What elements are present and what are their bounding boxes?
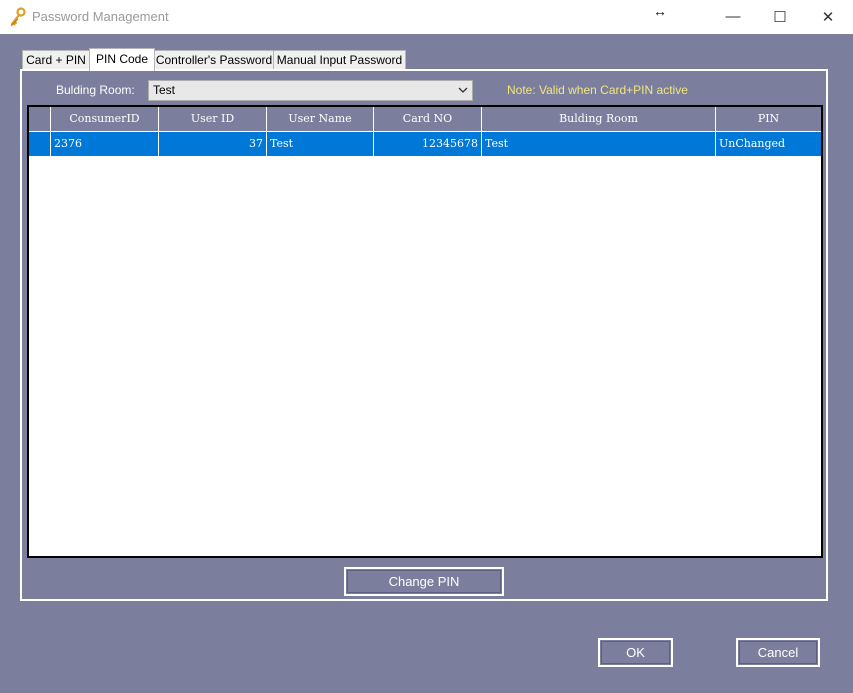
window-title: Password Management [32, 9, 169, 24]
button-bevel [601, 641, 670, 664]
column-header[interactable]: ConsumerID [51, 107, 159, 131]
tab-controllers-password[interactable]: Controller's Password [154, 50, 274, 70]
key-app-icon [9, 7, 27, 27]
change-pin-button[interactable]: Change PIN [344, 567, 504, 596]
table-row[interactable]: 2376 37 Test 12345678 Test UnChanged [29, 132, 821, 156]
building-room-select[interactable]: Test [148, 80, 473, 101]
cell-user-name[interactable]: Test [267, 132, 374, 156]
button-bevel [739, 641, 817, 664]
minimize-icon: — [725, 8, 741, 25]
tab-pin-code[interactable]: PIN Code [89, 48, 155, 71]
cell-user-id[interactable]: 37 [159, 132, 267, 156]
ok-button[interactable]: OK [598, 638, 673, 667]
cell-consumer-id[interactable]: 2376 [51, 132, 159, 156]
maximize-button[interactable]: ☐ [757, 0, 803, 33]
building-room-label: Bulding Room: [56, 83, 135, 97]
cell-pin[interactable]: UnChanged [716, 132, 821, 156]
note-text: Note: Valid when Card+PIN active [507, 83, 688, 97]
cell-card-no[interactable]: 12345678 [374, 132, 482, 156]
resize-cursor-icon: ↔ [653, 3, 667, 19]
close-button[interactable]: ✕ [805, 0, 851, 33]
cell-building-room[interactable]: Test [482, 132, 716, 156]
row-header-corner [29, 107, 51, 131]
column-header[interactable]: Bulding Room [482, 107, 716, 131]
column-header[interactable]: Card NO [374, 107, 482, 131]
grid-header: ConsumerID User ID User Name Card NO Bul… [29, 107, 821, 131]
close-icon: ✕ [821, 8, 835, 26]
cancel-button[interactable]: Cancel [736, 638, 820, 667]
column-header[interactable]: PIN [716, 107, 821, 131]
building-room-value: Test [153, 83, 176, 97]
tab-card-pin[interactable]: Card + PIN [22, 50, 90, 70]
consumer-grid: ConsumerID User ID User Name Card NO Bul… [27, 105, 823, 558]
column-header[interactable]: User ID [159, 107, 267, 131]
tab-manual-input-password[interactable]: Manual Input Password [273, 50, 406, 70]
minimize-button[interactable]: — [710, 0, 756, 33]
title-bar: Password Management ↔ — ☐ ✕ [0, 0, 853, 34]
button-bevel [347, 570, 501, 593]
column-header[interactable]: User Name [267, 107, 374, 131]
chevron-down-icon [458, 81, 468, 107]
row-header[interactable] [29, 132, 51, 156]
maximize-icon: ☐ [773, 8, 787, 26]
